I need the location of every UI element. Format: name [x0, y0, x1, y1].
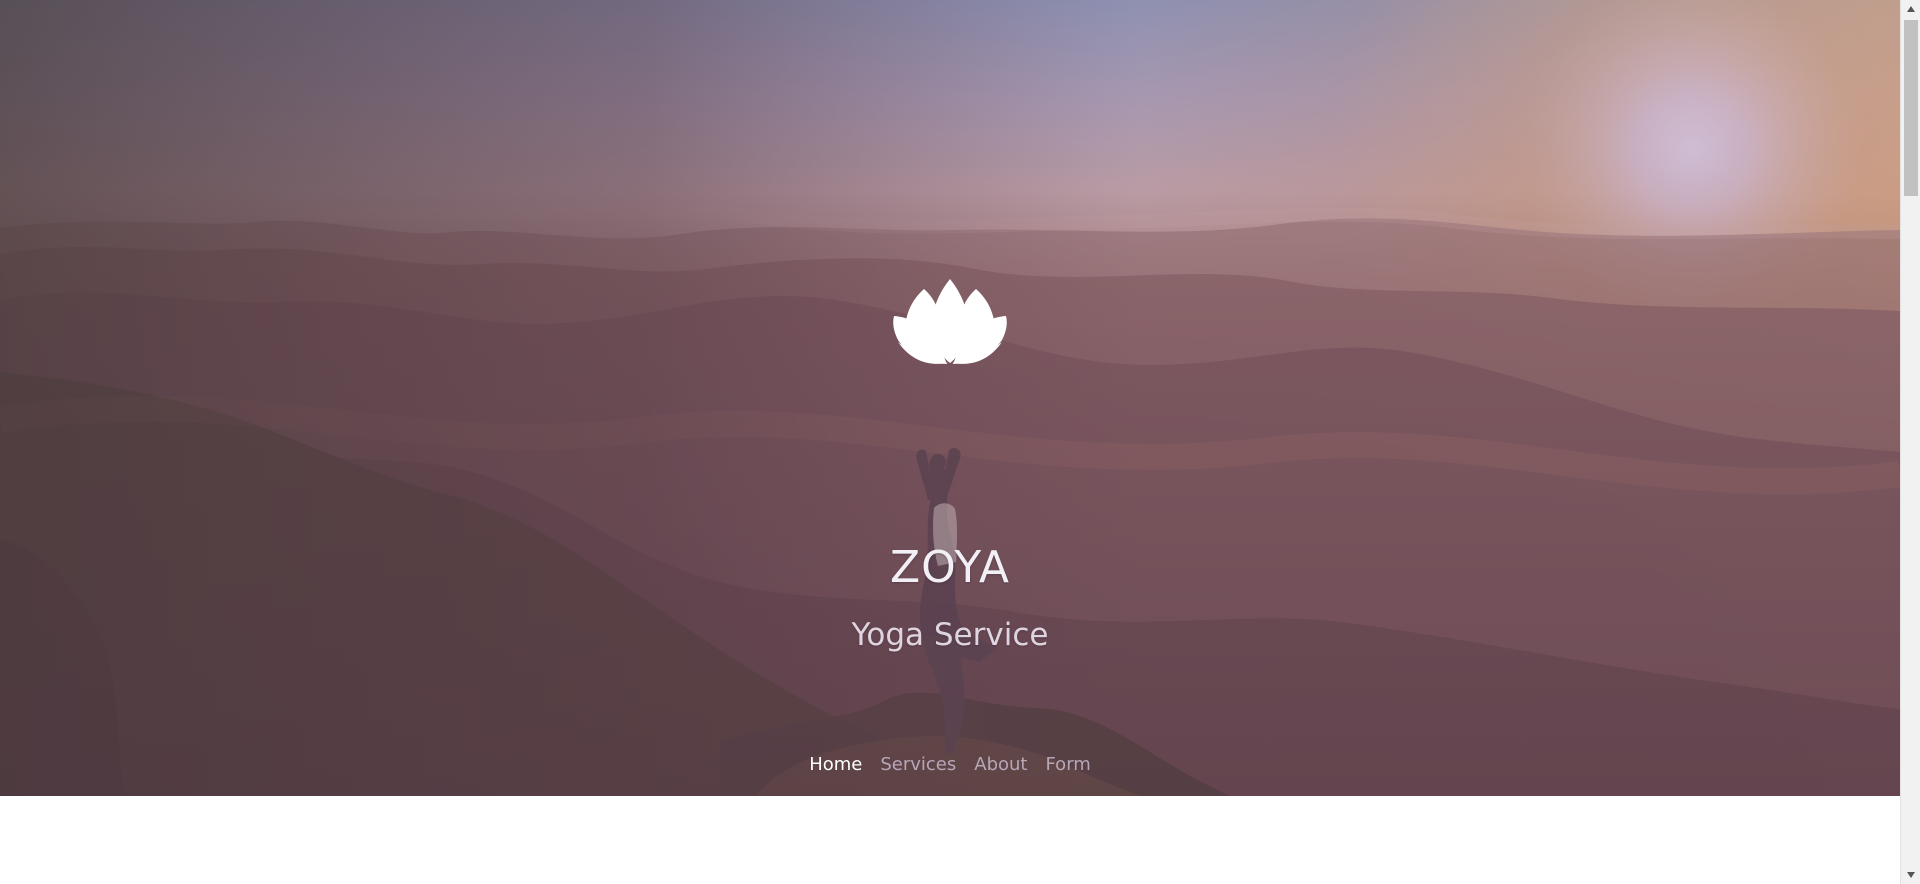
- yoga-landing-page: ZOYA Yoga Service Home Services About Fo…: [0, 0, 1920, 884]
- brand-subtitle: Yoga Service: [851, 617, 1049, 653]
- nav-item-form[interactable]: Form: [1045, 750, 1090, 780]
- vertical-scrollbar[interactable]: [1900, 0, 1920, 884]
- scroll-up-arrow-icon[interactable]: [1907, 6, 1915, 12]
- hero-section: ZOYA Yoga Service Home Services About Fo…: [0, 0, 1900, 796]
- scrollbar-thumb[interactable]: [1904, 20, 1918, 196]
- nav-item-home[interactable]: Home: [809, 750, 862, 780]
- primary-navigation: Home Services About Form: [0, 750, 1900, 780]
- content-area: [0, 796, 1900, 884]
- lotus-icon: [893, 279, 1007, 364]
- nav-item-services[interactable]: Services: [880, 750, 956, 780]
- brand-block: ZOYA Yoga Service Home Services About Fo…: [0, 0, 1900, 796]
- brand-title: ZOYA: [890, 542, 1010, 594]
- scroll-down-arrow-icon[interactable]: [1907, 872, 1915, 878]
- nav-item-about[interactable]: About: [974, 750, 1027, 780]
